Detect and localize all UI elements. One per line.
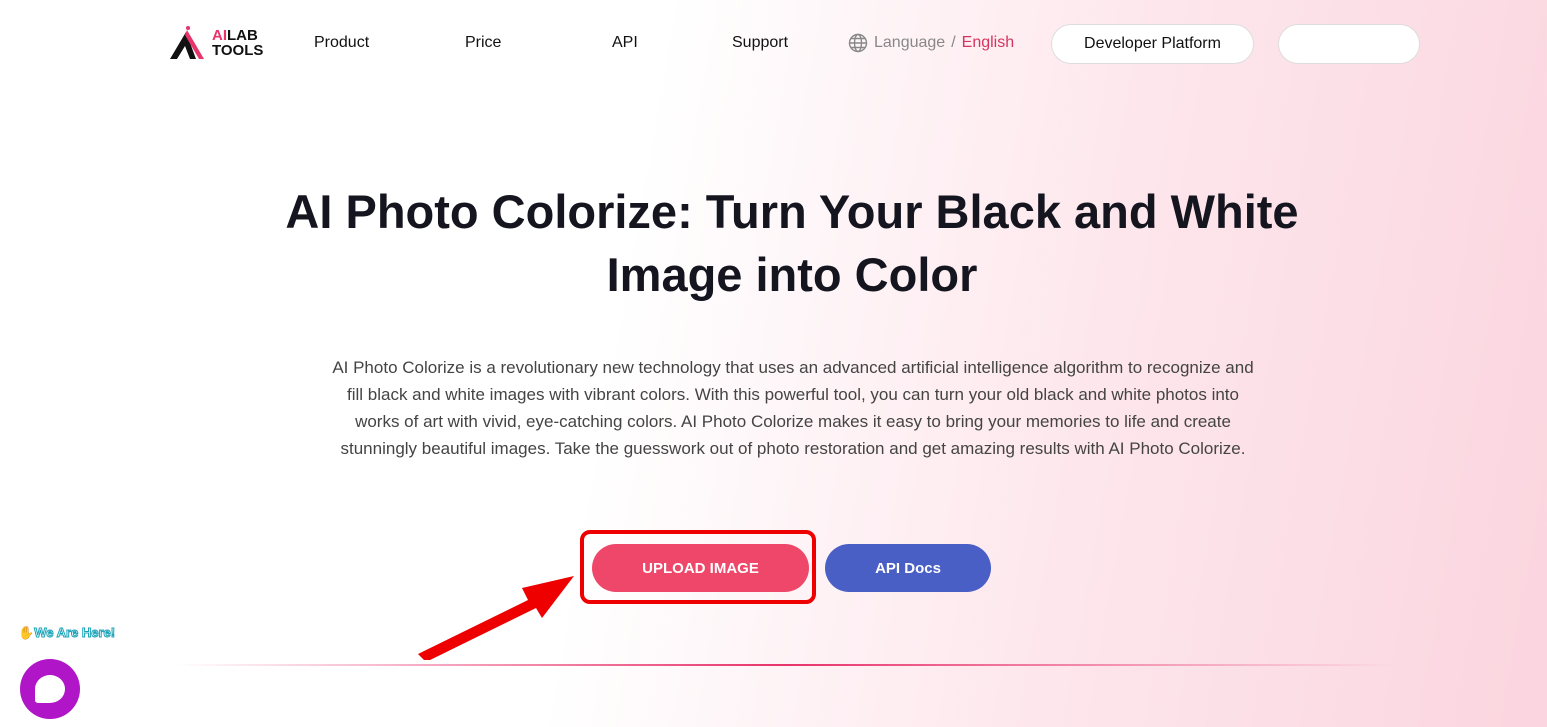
- account-button[interactable]: [1278, 24, 1420, 64]
- page-title: AI Photo Colorize: Turn Your Black and W…: [285, 185, 1299, 301]
- nav-api[interactable]: API: [612, 34, 638, 52]
- arrow-annotation: [418, 576, 574, 660]
- logo-icon: [170, 26, 204, 59]
- language-selector[interactable]: Language / English: [848, 33, 1014, 53]
- hero-description: AI Photo Colorize is a revolutionary new…: [332, 358, 1254, 458]
- nav-support[interactable]: Support: [732, 34, 788, 52]
- divider: [175, 664, 1395, 666]
- nav-price[interactable]: Price: [465, 34, 501, 52]
- globe-icon: [848, 33, 868, 53]
- chat-bubble-icon: [35, 675, 65, 703]
- wave-hand-icon: ✋: [18, 625, 35, 640]
- logo[interactable]: AILAB TOOLS: [168, 26, 263, 60]
- header: AILAB TOOLS Product Price API Support La…: [0, 0, 1547, 88]
- developer-platform-button[interactable]: Developer Platform: [1051, 24, 1254, 64]
- chat-button[interactable]: [20, 659, 80, 719]
- logo-text: AILAB TOOLS: [212, 27, 264, 59]
- api-docs-button[interactable]: API Docs: [825, 544, 991, 592]
- upload-image-button[interactable]: UPLOAD IMAGE: [592, 544, 809, 592]
- chat-tagline: ✋We Are Here!: [18, 625, 116, 641]
- nav-product[interactable]: Product: [314, 34, 369, 52]
